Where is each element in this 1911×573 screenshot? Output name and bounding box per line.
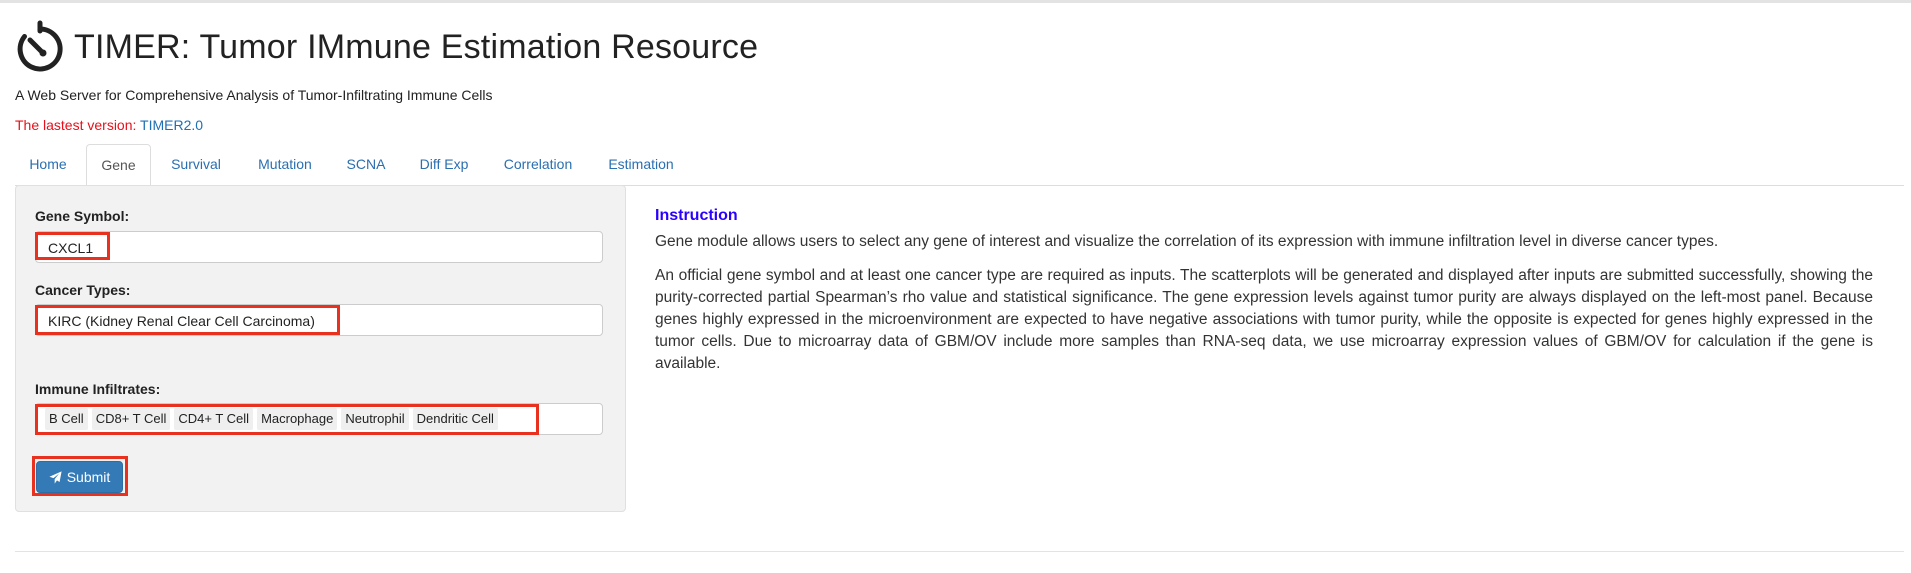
tab-estimation[interactable]: Estimation [597,144,685,184]
instruction-section: Instruction Gene module allows users to … [655,207,1873,387]
nav-tabs: Home Gene Survival Mutation SCNA Diff Ex… [15,144,1904,186]
page-title: TIMER: Tumor IMmune Estimation Resource [74,27,759,66]
top-border [0,0,1911,3]
tab-survival[interactable]: Survival [157,144,235,184]
app-header: TIMER: Tumor IMmune Estimation Resource [14,20,758,74]
version-prefix: The lastest version: [15,117,141,133]
input-panel: Gene Symbol: CXCL1 Cancer Types: KIRC (K… [15,185,626,512]
version-notice: The lastest version: TIMER2.0 [15,117,203,133]
instruction-paragraph: Gene module allows users to select any g… [655,233,1719,250]
tab-scna[interactable]: SCNA [335,144,397,184]
immune-infiltrates-label: Immune Infiltrates: [35,381,161,397]
gene-symbol-input[interactable]: CXCL1 [35,231,603,263]
cancer-types-label: Cancer Types: [35,282,131,298]
highlight-box [32,456,128,496]
instruction-paragraph: An official gene symbol and at least one… [655,267,1873,372]
tab-mutation[interactable]: Mutation [245,144,325,184]
highlight-box [35,404,539,435]
gene-symbol-label: Gene Symbol: [35,208,130,224]
highlight-box [35,232,110,260]
page-subtitle: A Web Server for Comprehensive Analysis … [15,87,493,103]
highlight-box [35,305,340,335]
tab-gene[interactable]: Gene [86,144,151,186]
tab-home[interactable]: Home [15,144,81,184]
tab-correlation[interactable]: Correlation [491,144,585,184]
version-link[interactable]: TIMER2.0 [140,117,203,133]
instruction-heading: Instruction [655,207,738,224]
bottom-divider [15,551,1904,552]
stopwatch-icon [17,20,63,72]
tab-diff-exp[interactable]: Diff Exp [408,144,480,184]
